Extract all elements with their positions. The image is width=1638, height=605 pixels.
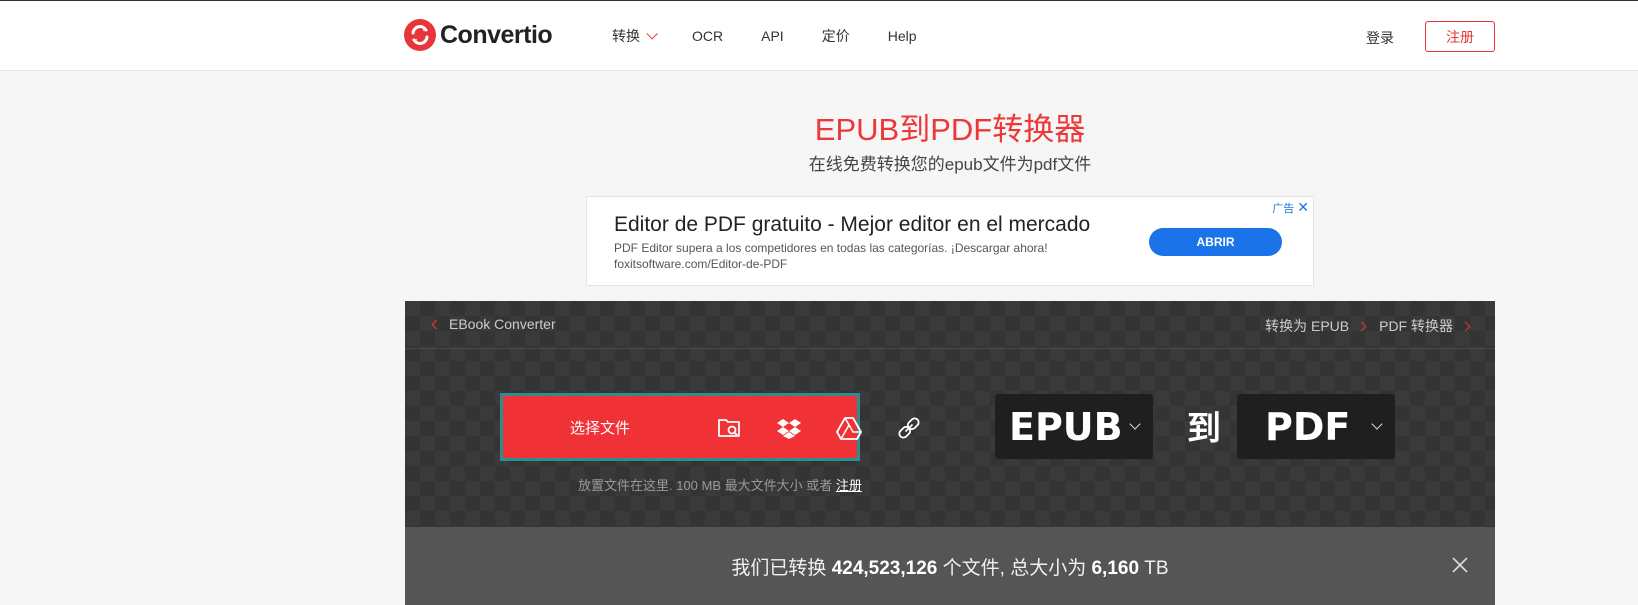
nav-item-help[interactable]: Help <box>888 25 917 47</box>
page-title: EPUB到PDF转换器 <box>814 112 1086 147</box>
ad-badge-label: 广告 <box>1272 202 1295 215</box>
nav-item-ocr[interactable]: OCR <box>692 25 723 47</box>
total-size: 6,160 <box>1091 558 1140 579</box>
stats-text: 我们已转换 424,523,126 个文件, 总大小为 6,160 TB <box>405 553 1495 580</box>
close-icon[interactable]: ✕ <box>1297 199 1309 216</box>
to-format-select[interactable]: PDF <box>1237 394 1395 459</box>
link-icon[interactable] <box>896 415 922 441</box>
nav-item-label: Help <box>887 28 917 44</box>
upload-box[interactable]: 选择文件 <box>500 393 920 461</box>
ad-url[interactable]: foxitsoftware.com/Editor-de-PDF <box>614 257 787 271</box>
chevron-right-icon <box>1460 321 1471 331</box>
nav-item-label: API <box>761 28 784 44</box>
nav-item-label: OCR <box>692 28 724 44</box>
hint-signup-link[interactable]: 注册 <box>836 478 862 493</box>
breadcrumb-back[interactable]: EBook Converter <box>431 316 556 332</box>
upload-hint-text: 放置文件在这里. 100 MB 最大文件大小 或者 <box>578 478 836 493</box>
chevron-right-icon <box>1356 321 1367 331</box>
chevron-left-icon <box>431 319 442 329</box>
ad-title[interactable]: Editor de PDF gratuito - Mejor editor en… <box>614 213 1090 237</box>
convertio-logo-icon <box>404 19 436 51</box>
chevron-down-icon <box>1371 418 1383 430</box>
files-count: 424,523,126 <box>831 558 938 579</box>
ad-banner[interactable]: 广告 ✕ Editor de PDF gratuito - Mejor edit… <box>586 196 1314 286</box>
nav-item-convert[interactable]: 转换 <box>612 25 658 47</box>
stats-prefix: 我们已转换 <box>731 558 832 579</box>
from-format-select[interactable]: EPUB <box>995 394 1153 459</box>
breadcrumb-back-label: EBook Converter <box>449 316 556 332</box>
converter-panel: EBook Converter 转换为 EPUB PDF 转换器 选择文件 放置… <box>405 301 1495 605</box>
login-link[interactable]: 登录 <box>1366 28 1394 48</box>
breadcrumb-link-pdf-converter[interactable]: PDF 转换器 <box>1379 316 1471 336</box>
main-nav: 转换 OCR API 定价 Help <box>612 25 955 47</box>
breadcrumb-link-label: PDF 转换器 <box>1379 318 1453 334</box>
signup-button[interactable]: 注册 <box>1425 21 1495 52</box>
to-format-value: PDF <box>1265 404 1351 449</box>
logo-text: Convertio <box>440 20 553 49</box>
nav-item-api[interactable]: API <box>761 25 784 47</box>
converter-breadcrumb-bar: EBook Converter 转换为 EPUB PDF 转换器 <box>405 301 1495 349</box>
stats-bar: 我们已转换 424,523,126 个文件, 总大小为 6,160 TB <box>405 527 1495 605</box>
nav-item-label: 转换 <box>612 28 640 44</box>
breadcrumb-links: 转换为 EPUB PDF 转换器 <box>1251 316 1471 336</box>
folder-search-icon[interactable] <box>717 415 743 441</box>
site-header: Convertio 转换 OCR API 定价 Help 登录 注册 <box>0 1 1638 71</box>
google-drive-icon[interactable] <box>836 415 862 441</box>
ad-description: PDF Editor supera a los competidores en … <box>614 241 1048 255</box>
chevron-down-icon <box>646 28 658 40</box>
ad-open-button[interactable]: ABRIR <box>1149 228 1282 256</box>
stats-suffix: TB <box>1139 558 1169 579</box>
close-icon[interactable] <box>1451 556 1469 574</box>
breadcrumb-link-to-epub[interactable]: 转换为 EPUB <box>1265 316 1367 336</box>
nav-item-pricing[interactable]: 定价 <box>822 25 850 47</box>
nav-item-label: 定价 <box>821 28 850 44</box>
choose-file-button[interactable]: 选择文件 <box>570 417 630 438</box>
to-label: 到 <box>1187 410 1221 448</box>
breadcrumb-link-label: 转换为 EPUB <box>1265 318 1350 334</box>
logo[interactable]: Convertio <box>404 19 553 51</box>
from-format-value: EPUB <box>1009 404 1123 449</box>
dropbox-icon[interactable] <box>776 415 802 441</box>
ad-badge[interactable]: 广告 ✕ <box>1272 199 1309 216</box>
page-subtitle: 在线免费转换您的epub文件为pdf文件 <box>808 155 1092 174</box>
upload-hint: 放置文件在这里. 100 MB 最大文件大小 或者 注册 <box>578 475 862 494</box>
chevron-down-icon <box>1129 418 1141 430</box>
stats-middle: 个文件, 总大小为 <box>937 558 1092 579</box>
